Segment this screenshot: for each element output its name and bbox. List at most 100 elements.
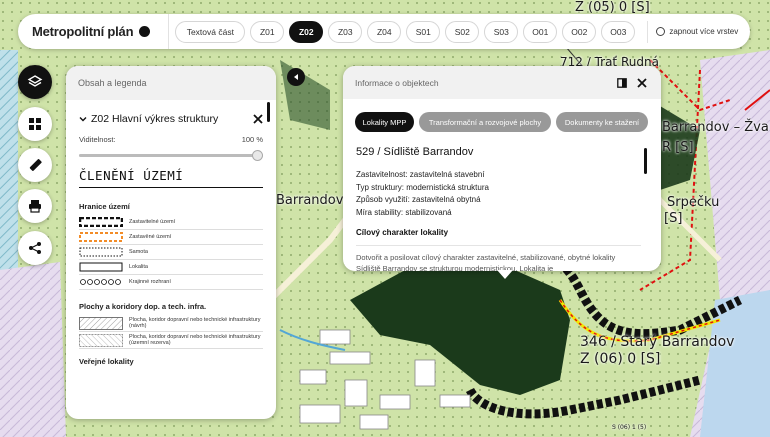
map-label-bottom-code: S (06) 1 (5)	[612, 424, 647, 431]
logo-dot-icon	[139, 26, 151, 37]
tab-z04[interactable]: Z04	[367, 20, 402, 43]
layers-button[interactable]	[18, 65, 52, 99]
legend-item-label: Samota	[129, 249, 148, 255]
triangle-left-icon	[294, 74, 298, 80]
legend-item-label: Plocha, koridor dopravní nebo technické …	[129, 334, 261, 346]
section-heading-row: ČLENĚNÍ ÚZEMÍ	[79, 168, 263, 183]
map-layer-tabs: Textová část Z01 Z02 Z03 Z04 S01 S02 S03…	[175, 20, 636, 43]
infra-rezerva-symbol-icon	[79, 333, 123, 347]
legend-item-label: Plocha, koridor dopravní nebo technické …	[129, 317, 261, 329]
locality-properties: Zastavitelnost: zastavitelná stavební Ty…	[356, 169, 661, 219]
measure-button[interactable]	[18, 148, 52, 182]
info-header: Informace o objektech	[343, 66, 661, 99]
dock-panel-icon[interactable]	[617, 78, 627, 88]
map-label-srpecku: Srpečku	[667, 195, 720, 210]
visibility-value: 100 %	[241, 134, 263, 144]
legend-item: Plocha, koridor dopravní nebo technické …	[79, 315, 263, 332]
app-title[interactable]: Metropolitní plán	[32, 24, 134, 39]
locality-title: 529 / Sídliště Barrandov	[356, 146, 474, 158]
zastavitelne-symbol-icon	[79, 217, 123, 227]
zastavene-symbol-icon	[79, 232, 123, 242]
property-zastavitelnost: Zastavitelnost: zastavitelná stavební	[356, 170, 485, 179]
collapse-legend-button[interactable]	[287, 68, 305, 86]
tab-z01[interactable]: Z01	[250, 20, 285, 43]
tab-o03[interactable]: O03	[601, 20, 636, 43]
close-icon[interactable]	[637, 78, 647, 88]
map-label-stary-barrandov: 346 / Starý Barrandov	[580, 334, 735, 350]
map-label-r-s: R [S]	[662, 140, 694, 155]
visibility-row: Viditelnost: 100 %	[79, 134, 263, 144]
radio-circle-icon	[656, 27, 666, 36]
top-bar: Metropolitní plán Textová část Z01 Z02 Z…	[18, 14, 750, 49]
tab-textova-cast[interactable]: Textová část	[175, 20, 246, 43]
share-button[interactable]	[18, 231, 52, 265]
info-header-title: Informace o objektech	[355, 77, 439, 88]
printer-icon	[29, 200, 41, 213]
legend-cut-text: Veřejné lokality	[79, 357, 134, 366]
legend-item: Samota	[79, 245, 263, 260]
locality-description: Dotvořit a posilovat cílový charakter za…	[356, 245, 641, 271]
cut-text-row: Veřejné lokality	[79, 357, 263, 366]
property-typ-struktury: Typ struktury: modernistická struktura	[356, 182, 489, 192]
tab-o02[interactable]: O02	[562, 20, 597, 43]
group2-title-row: Plochy a koridory dop. a tech. infra.	[79, 302, 263, 311]
tab-s01[interactable]: S01	[406, 20, 441, 43]
map-label-top-right-code: Z (05) 0 [S]	[575, 0, 650, 15]
property-mira-stability: Míra stability: stabilizovaná	[356, 207, 452, 217]
layers-icon	[27, 75, 43, 87]
map-label-barrandov-left: Barrandov	[276, 193, 344, 208]
legend-panel: Obsah a legenda Z02 Hlavní výkres strukt…	[66, 66, 276, 419]
legend-item-label: Lokalita	[129, 264, 148, 270]
lokalita-symbol-icon	[79, 262, 123, 272]
topbar-divider	[168, 14, 170, 49]
map-label-srpecku-s: [S]	[664, 211, 683, 226]
section-title: ČLENĚNÍ ÚZEMÍ	[79, 168, 184, 183]
legend-item-label: Zastavěné území	[129, 234, 172, 240]
tab-s02[interactable]: S02	[445, 20, 480, 43]
legend-item-label: Krajinné rozhraní	[129, 279, 171, 285]
samota-symbol-icon	[79, 247, 123, 257]
map-label-stary-code: Z (06) 0 [S]	[580, 351, 661, 367]
layer-title: Z02 Hlavní výkres struktury	[91, 113, 219, 125]
tab-transformacni-plochy[interactable]: Transformační a rozvojové plochy	[419, 112, 551, 132]
tab-dokumenty[interactable]: Dokumenty ke stažení	[556, 112, 648, 132]
group1-title-row: Hranice území	[79, 202, 263, 211]
legend-item: Zastavěné území	[79, 230, 263, 245]
group2-title: Plochy a koridory dop. a tech. infra.	[79, 302, 207, 311]
chevron-down-icon[interactable]	[79, 115, 87, 123]
slider-track	[79, 149, 263, 161]
tab-o01[interactable]: O01	[523, 20, 558, 43]
grid-view-button[interactable]	[18, 107, 52, 141]
legend-item: Krajinné rozhraní	[79, 275, 263, 290]
ruler-icon	[29, 159, 42, 171]
tab-z03[interactable]: Z03	[328, 20, 363, 43]
legend-scrollbar[interactable]	[267, 102, 270, 122]
divider	[79, 187, 263, 188]
map-label-barrandov-zvahov: Barrandov – Žva	[662, 120, 769, 135]
legend-item: Zastavitelné území	[79, 215, 263, 230]
property-zpusob-vyuziti: Způsob využití: zastavitelná obytná	[356, 195, 481, 204]
group2-items: Plocha, koridor dopravní nebo technické …	[66, 315, 276, 349]
info-panel: Informace o objektech Lokality MPP Trans…	[343, 66, 661, 271]
print-button[interactable]	[18, 189, 52, 223]
visibility-slider[interactable]	[79, 149, 263, 161]
tab-s03[interactable]: S03	[484, 20, 519, 43]
tab-lokality-mpp[interactable]: Lokality MPP	[355, 112, 414, 132]
slider-fill	[79, 153, 263, 157]
share-icon	[29, 242, 41, 254]
group1-items: Zastavitelné území Zastavěné území Samot…	[66, 215, 276, 290]
infra-navrh-symbol-icon	[79, 316, 123, 330]
legend-item: Plocha, koridor dopravní nebo technické …	[79, 332, 263, 349]
group1-title: Hranice území	[79, 202, 130, 211]
tab-z02[interactable]: Z02	[289, 20, 324, 43]
visibility-label: Viditelnost:	[79, 134, 116, 144]
layer-row: Z02 Hlavní výkres struktury	[79, 112, 263, 126]
close-icon[interactable]	[253, 114, 263, 124]
multi-layer-toggle-label: zapnout více vrstev	[669, 27, 739, 36]
grid-icon	[29, 118, 41, 130]
section-heading: Cílový charakter lokality	[356, 228, 449, 237]
multi-layer-toggle[interactable]: zapnout více vrstev	[647, 20, 739, 43]
info-scrollbar[interactable]	[644, 148, 647, 174]
slider-handle[interactable]	[252, 149, 263, 161]
info-tabs: Lokality MPP Transformační a rozvojové p…	[355, 112, 661, 132]
